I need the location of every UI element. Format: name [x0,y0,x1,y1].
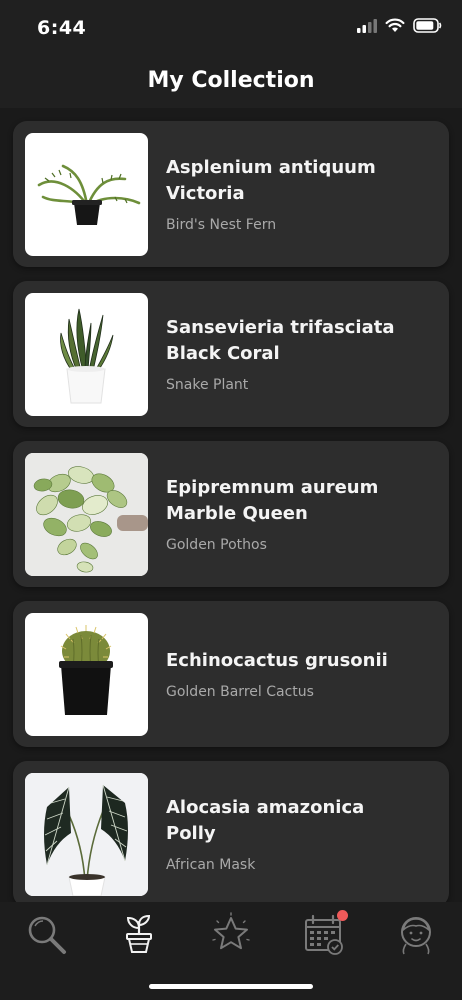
common-name: Golden Pothos [166,537,267,553]
notification-badge [337,910,348,921]
plant-card-sansevieria[interactable]: Sansevieria trifasciata Black Coral Snake… [13,281,449,427]
plant-photo [25,133,148,256]
plant-names: Alocasia amazonica Polly African Mask [166,761,439,902]
plant-card-epipremnum[interactable]: Epipremnum aureum Marble Queen Golden Pot… [13,441,449,587]
tab-collection[interactable] [117,912,161,956]
common-name: African Mask [166,857,256,873]
common-name: Bird's Nest Fern [166,217,277,233]
plant-photo [25,293,148,416]
profile-icon [401,917,431,955]
page-title: My Collection [147,68,315,93]
scientific-name: Asplenium antiquum Victoria [166,157,376,204]
plant-names: Echinocactus grusonii Golden Barrel Cact… [166,601,439,747]
wifi-icon [385,18,405,32]
tab-favorites[interactable] [209,912,253,956]
plant-list[interactable]: Asplenium antiquum Victoria Bird's Nest F… [0,108,462,902]
home-indicator[interactable] [149,984,313,989]
status-icons [357,18,442,33]
tab-profile[interactable] [394,912,438,956]
plant-photo [25,773,148,896]
potted-plant-icon [126,914,152,953]
plant-names: Sansevieria trifasciata Black Coral Snake… [166,281,439,427]
plant-card-echinocactus[interactable]: Echinocactus grusonii Golden Barrel Cact… [13,601,449,747]
tab-search[interactable] [24,912,68,956]
scientific-name: Alocasia amazonica Polly [166,797,365,844]
status-time: 6:44 [37,17,87,39]
tab-calendar[interactable] [302,910,348,956]
plant-photo [25,453,148,576]
plant-card-asplenium[interactable]: Asplenium antiquum Victoria Bird's Nest F… [13,121,449,267]
battery-icon [413,18,442,33]
cellular-signal-icon [357,18,377,33]
search-icon [28,916,66,954]
plant-card-alocasia[interactable]: Alocasia amazonica Polly African Mask [13,761,449,902]
scientific-name: Sansevieria trifasciata Black Coral [166,317,395,364]
common-name: Snake Plant [166,377,249,393]
status-bar: 6:44 [0,0,462,56]
header: My Collection [0,56,462,108]
common-name: Golden Barrel Cactus [166,684,314,700]
star-icon [212,912,250,950]
plant-photo [25,613,148,736]
scientific-name: Epipremnum aureum Marble Queen [166,477,379,524]
plant-names: Epipremnum aureum Marble Queen Golden Pot… [166,441,439,587]
scientific-name: Echinocactus grusonii [166,650,388,671]
plant-names: Asplenium antiquum Victoria Bird's Nest F… [166,121,439,267]
